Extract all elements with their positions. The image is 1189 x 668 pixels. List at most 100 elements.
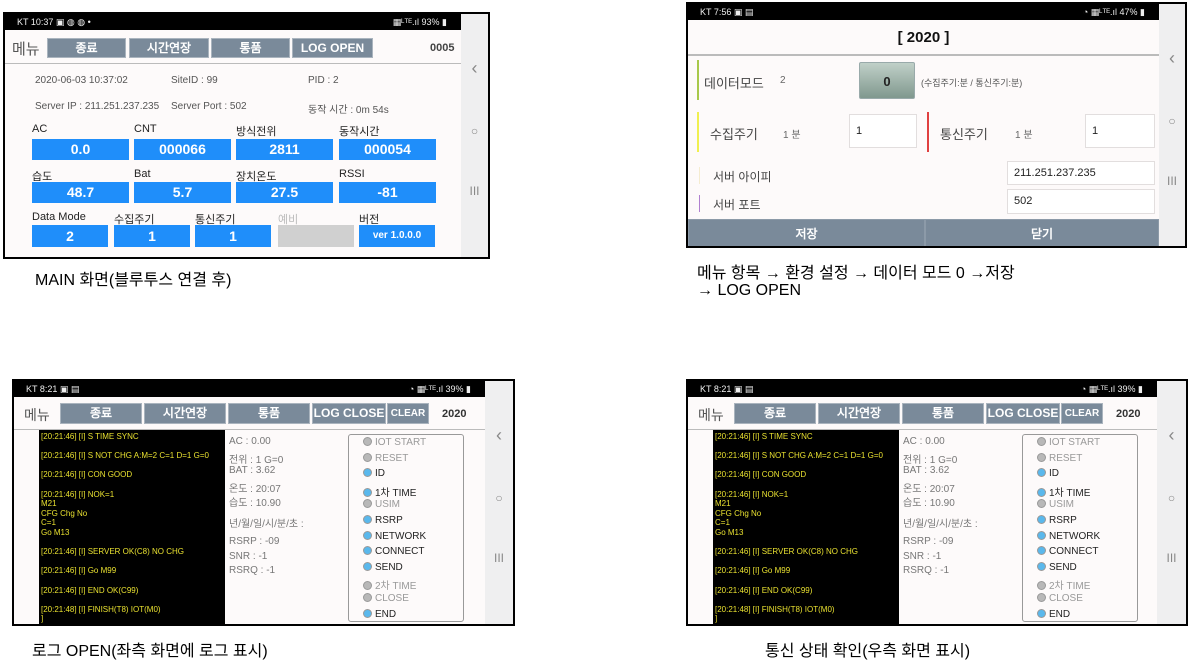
status-left: KT 8:21 ▣ ▤ bbox=[26, 384, 80, 394]
server-ip-label: 서버 아이피 bbox=[713, 170, 772, 184]
step-item: SEND bbox=[1037, 561, 1077, 573]
log-line: [20:21:46] [I] Go M99 bbox=[41, 566, 117, 576]
menu-button-1[interactable]: 시간연장 bbox=[818, 403, 900, 424]
menu-button-3[interactable]: LOG OPEN bbox=[292, 38, 373, 58]
log-line: [20:21:46] [I] END OK(C99) bbox=[41, 585, 139, 595]
back-icon[interactable]: ‹ bbox=[485, 425, 513, 446]
back-icon[interactable]: ‹ bbox=[461, 58, 488, 79]
back-icon[interactable]: ‹ bbox=[1159, 48, 1185, 69]
menu-button-2[interactable]: 통품 bbox=[228, 403, 310, 424]
menu-label[interactable]: 메뉴 bbox=[698, 405, 724, 425]
recent-apps-icon[interactable]: III bbox=[461, 184, 488, 198]
home-icon[interactable]: ○ bbox=[1157, 491, 1186, 505]
step-item: RSRP bbox=[363, 515, 403, 526]
menu-button-0[interactable]: 종료 bbox=[60, 403, 142, 424]
setting-box: 1 bbox=[114, 225, 190, 247]
log-toggle-button[interactable]: LOG CLOSE bbox=[986, 403, 1060, 424]
step-label: CLOSE bbox=[375, 593, 409, 604]
status-screen-caption: 통신 상태 확인(우측 화면 표시) bbox=[765, 643, 971, 660]
stat-line: 온도 : 20:07 bbox=[229, 483, 281, 495]
collect-input[interactable]: 1 bbox=[849, 114, 917, 148]
recent-apps-icon[interactable]: III bbox=[1159, 174, 1185, 188]
recent-apps-icon[interactable]: III bbox=[1157, 551, 1186, 565]
step-inactive-icon bbox=[363, 452, 372, 462]
menu-button-1[interactable]: 시간연장 bbox=[129, 38, 209, 58]
log-line: M21 bbox=[715, 499, 731, 509]
signal-line: RSRP : -09 bbox=[229, 536, 280, 547]
home-icon[interactable]: ○ bbox=[1159, 114, 1185, 128]
log-view[interactable]: [20:21:46] [I] S TIME SYNC [20:21:46] [I… bbox=[713, 430, 899, 624]
step-label: IOT START bbox=[375, 437, 427, 448]
home-icon[interactable]: ○ bbox=[461, 124, 488, 138]
home-icon[interactable]: ○ bbox=[485, 491, 513, 505]
setting-box: 1 bbox=[195, 225, 271, 247]
status-right: ▦ᴸᵀᴱ.ıl 93% ▮ bbox=[392, 17, 447, 27]
step-active-icon bbox=[1037, 487, 1046, 497]
status-bar: KT 7:56 ▣ ▤ ◔ ▦ᴸᵀᴱ.ıl 47% ▮ bbox=[688, 4, 1185, 20]
log-line: [20:21:46] [I] SERVER OK(C8) NO CHG bbox=[715, 547, 859, 557]
value-label: Bat bbox=[134, 168, 151, 180]
log-line: [20:21:46] [I] SERVER OK(C8) NO CHG bbox=[41, 547, 185, 557]
step-active-icon bbox=[363, 487, 372, 497]
menu-button-0[interactable]: 종료 bbox=[47, 38, 126, 58]
status-bar: KT 10:37 ▣ ◍ ◍ • ▦ᴸᵀᴱ.ıl 93% ▮ bbox=[5, 14, 488, 30]
run-time: 동작 시간 : 0m 54s bbox=[308, 105, 389, 116]
data-mode-note: (수집주기:분 / 통신주기:분) bbox=[921, 78, 1023, 88]
divider bbox=[5, 63, 461, 64]
step-active-icon bbox=[363, 530, 372, 540]
server-port-input[interactable]: 502 bbox=[1007, 189, 1155, 214]
log-screen-caption: 로그 OPEN(좌측 화면에 로그 표시) bbox=[32, 643, 268, 660]
close-button[interactable]: 닫기 bbox=[925, 219, 1159, 246]
log-line: [20:21:46] [I] Go M99 bbox=[715, 566, 791, 576]
step-item: ID bbox=[1037, 468, 1059, 479]
accent-bar bbox=[699, 195, 700, 212]
recent-apps-icon[interactable]: III bbox=[485, 551, 513, 565]
data-mode-current: 2 bbox=[780, 75, 786, 86]
back-icon[interactable]: ‹ bbox=[1157, 425, 1186, 446]
step-active-icon bbox=[363, 608, 372, 618]
log-line: [20:21:46] [I] END OK(C99) bbox=[715, 585, 813, 595]
menu-button-2[interactable]: 통품 bbox=[902, 403, 984, 424]
value-box: 000066 bbox=[134, 139, 231, 160]
menu-button-0[interactable]: 종료 bbox=[734, 403, 816, 424]
step-active-icon bbox=[1037, 468, 1046, 478]
log-screen: KT 8:21 ▣ ▤ ◔ ▦ᴸᵀᴱ.ıl 39% ▮ ‹ ○ III 메뉴 종료 시간연장 통… bbox=[12, 379, 515, 626]
save-button[interactable]: 저장 bbox=[688, 219, 925, 246]
pid: PID : 2 bbox=[308, 75, 339, 86]
step-label: IOT START bbox=[1049, 437, 1101, 448]
log-view[interactable]: [20:21:46] [I] S TIME SYNC [20:21:46] [I… bbox=[39, 430, 225, 624]
server-port-label: 서버 포트 bbox=[713, 198, 761, 212]
value-label: RSSI bbox=[339, 168, 365, 180]
log-line: C=1 bbox=[715, 518, 730, 528]
log-line: [20:21:46] [I] CON GOOD bbox=[715, 470, 807, 480]
menu-button-2[interactable]: 통품 bbox=[211, 38, 290, 58]
menu-button-1[interactable]: 시간연장 bbox=[144, 403, 226, 424]
log-line: [20:21:46] [I] S TIME SYNC bbox=[41, 432, 139, 441]
step-item: RESET bbox=[1037, 452, 1082, 464]
step-active-icon bbox=[1037, 546, 1046, 556]
clear-button[interactable]: CLEAR bbox=[1061, 403, 1103, 424]
value-box: -81 bbox=[339, 182, 436, 203]
step-label: USIM bbox=[1049, 499, 1074, 511]
step-item: CLOSE bbox=[1037, 593, 1083, 604]
datetime-label: 년/월/일/시/분/초 : bbox=[229, 519, 304, 530]
menu-label[interactable]: 메뉴 bbox=[24, 405, 50, 425]
clear-button[interactable]: CLEAR bbox=[387, 403, 429, 424]
step-inactive-icon bbox=[1037, 499, 1046, 509]
menu-label[interactable]: 메뉴 bbox=[12, 38, 40, 59]
data-mode-button[interactable]: 0 bbox=[859, 62, 915, 99]
comm-input[interactable]: 1 bbox=[1085, 114, 1155, 148]
step-active-icon bbox=[363, 468, 372, 478]
status-screen: KT 8:21 ▣ ▤ ◔ ▦ᴸᵀᴱ.ıl 39% ▮ ‹ ○ III 메뉴 종료 시간연장 통… bbox=[686, 379, 1188, 626]
signal-line: RSRQ : -1 bbox=[229, 565, 276, 577]
log-toggle-button[interactable]: LOG CLOSE bbox=[312, 403, 386, 424]
server-ip-input[interactable]: 211.251.237.235 bbox=[1007, 161, 1155, 185]
main-screen-caption: MAIN 화면(블루투스 연결 후) bbox=[35, 272, 232, 289]
step-inactive-icon bbox=[1037, 593, 1046, 602]
divider bbox=[688, 54, 1159, 56]
